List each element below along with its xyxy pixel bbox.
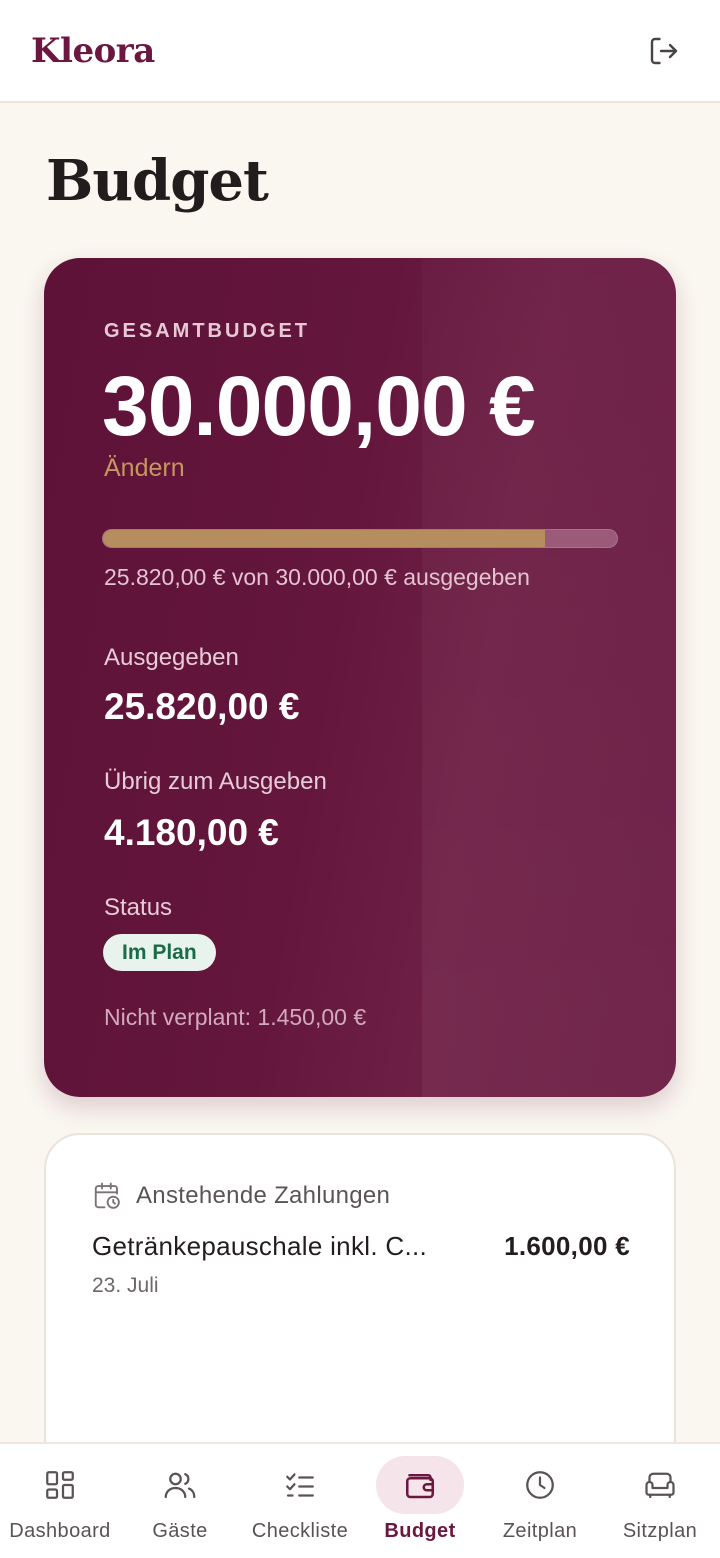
nav-icon-container [376,1456,464,1514]
nav-item-dashboard[interactable]: Dashboard [0,1444,120,1558]
page-title: Budget [46,148,269,214]
nav-label: Budget [384,1520,456,1542]
upcoming-payments-header: Anstehende Zahlungen [92,1181,390,1211]
nav-item-guests[interactable]: Gäste [120,1444,240,1558]
remaining-label: Übrig zum Ausgeben [104,768,327,795]
budget-progress-fill [103,530,546,547]
payment-row[interactable]: Getränkepauschale inkl. C... 1.600,00 € [92,1231,630,1262]
nav-item-seating[interactable]: Sitzplan [600,1444,720,1558]
spent-label: Ausgegeben [104,644,239,671]
payment-date: 23. Juli [92,1274,159,1297]
budget-progress-text: 25.820,00 € von 30.000,00 € ausgegeben [104,564,530,590]
logout-icon [650,37,678,64]
nav-item-timeline[interactable]: Zeitplan [480,1444,600,1558]
nav-icon-container [616,1456,704,1514]
logout-button[interactable] [644,31,684,71]
nav-icon-container [256,1456,344,1514]
budget-summary-card: GESAMTBUDGET 30.000,00 € Ändern 25.820,0… [44,258,676,1097]
nav-label: Gäste [152,1520,208,1542]
nav-icon-container [16,1456,104,1514]
wallet-icon [405,1473,435,1499]
spent-value: 25.820,00 € [104,686,300,727]
budget-progress-bar [102,529,618,548]
clock-icon [526,1471,554,1499]
dashboard-icon [46,1471,74,1499]
nav-label: Checkliste [251,1520,349,1542]
edit-budget-button[interactable]: Ändern [104,454,185,483]
payment-name: Getränkepauschale inkl. C... [92,1231,428,1261]
remaining-value: 4.180,00 € [104,812,279,853]
status-badge: Im Plan [103,934,216,971]
nav-icon-container [496,1456,584,1514]
checklist-icon [286,1473,314,1497]
unplanned-amount: Nicht verplant: 1.450,00 € [104,1004,367,1030]
status-label: Status [104,894,173,921]
total-budget-amount: 30.000,00 € [102,359,536,453]
app-root: Kleora Budget GESAMTBUDGET 30.000,00 € Ä… [0,0,720,1558]
total-budget-label: GESAMTBUDGET [104,320,310,342]
bottom-navigation: Dashboard Gäste Checkliste Budget Zeitpl… [0,1442,720,1558]
top-bar: Kleora [0,0,720,103]
calendar-clock-icon [94,1182,120,1209]
nav-item-budget[interactable]: Budget [360,1444,480,1558]
brand-logo[interactable]: Kleora [31,31,155,71]
nav-label: Sitzplan [622,1520,698,1542]
guests-icon [164,1472,196,1499]
sofa-icon [645,1472,675,1499]
upcoming-payments-title: Anstehende Zahlungen [136,1182,391,1209]
nav-label: Zeitplan [502,1520,578,1542]
nav-label: Dashboard [9,1520,111,1542]
nav-item-checklist[interactable]: Checkliste [240,1444,360,1558]
nav-icon-container [136,1456,224,1514]
payment-amount: 1.600,00 € [504,1231,630,1261]
